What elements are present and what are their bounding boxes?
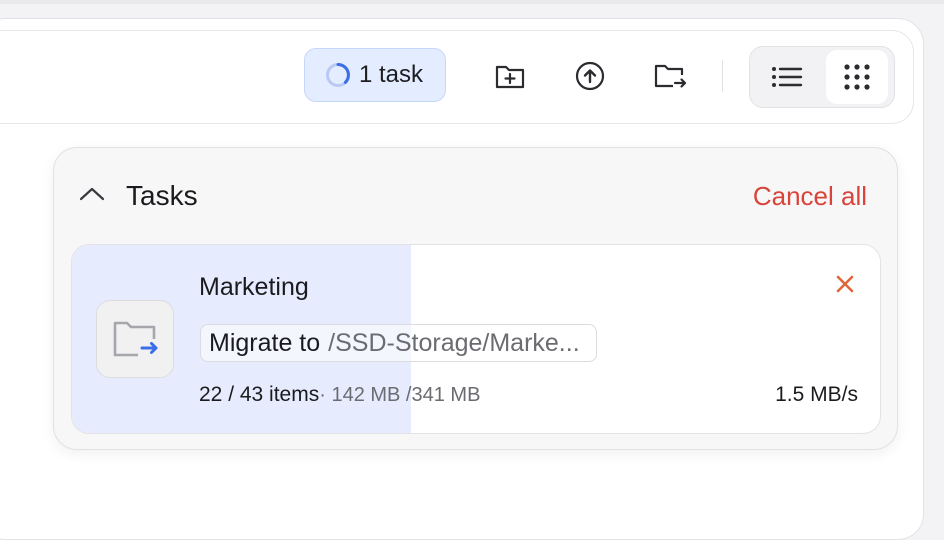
task-destination-path: /SSD-Storage/Marke...: [328, 328, 580, 357]
task-items-progress: 22 / 43 items: [199, 383, 320, 406]
cancel-all-button[interactable]: Cancel all: [753, 178, 867, 214]
task-stats: 22 / 43 items· 142 MB /341 MB: [199, 381, 480, 409]
folder-migrate-icon: [113, 321, 158, 357]
list-icon: [772, 67, 803, 87]
window-top-edge: [0, 0, 944, 4]
move-to-folder-button[interactable]: [648, 56, 692, 96]
folder-move-icon: [654, 64, 687, 88]
tasks-title: Tasks: [126, 180, 198, 211]
new-folder-button[interactable]: [488, 56, 532, 96]
task-indicator-button[interactable]: 1 task: [304, 48, 446, 102]
grid-icon: [844, 64, 870, 90]
chevron-up-icon: [79, 187, 105, 201]
view-mode-toggle: [749, 46, 895, 108]
grid-view-button[interactable]: [826, 50, 888, 104]
spinner-icon: [326, 63, 350, 87]
task-count-label: 1 task: [359, 61, 424, 88]
task-name: Marketing: [199, 273, 309, 301]
tasks-popover: Tasks Cancel all Marketing Migrate to /S…: [53, 147, 898, 450]
cancel-task-button[interactable]: [830, 269, 860, 299]
task-folder-tile: [96, 300, 174, 378]
toolbar-divider: [722, 60, 723, 92]
task-size-progress: · 142 MB /341 MB: [319, 384, 481, 406]
list-view-button[interactable]: [756, 50, 818, 104]
task-action-label: Migrate to: [209, 328, 321, 357]
task-speed: 1.5 MB/s: [775, 383, 858, 406]
task-item: Marketing Migrate to /SSD-Storage/Marke.…: [71, 244, 881, 434]
upload-button[interactable]: [568, 56, 612, 96]
collapse-tasks-button[interactable]: [76, 178, 108, 210]
close-icon: [836, 275, 854, 293]
task-destination-chip: Migrate to /SSD-Storage/Marke...: [200, 324, 597, 362]
folder-plus-icon: [495, 65, 525, 89]
upload-circle-icon: [575, 61, 605, 91]
